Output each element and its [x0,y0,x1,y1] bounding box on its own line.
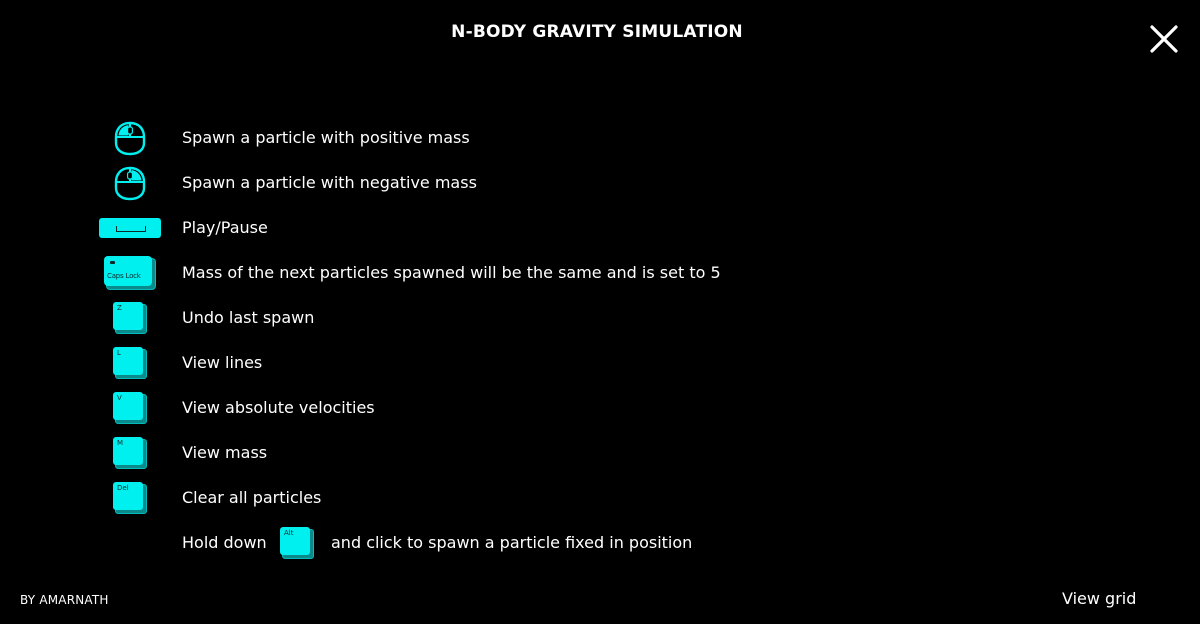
control-row-negative-mass: Spawn a particle with negative mass [0,165,900,201]
key-label: M [113,437,143,465]
control-row-clear: Del Clear all particles [0,480,900,516]
mouse-right-click-icon [98,165,162,201]
alt-key-icon: Alt [280,525,314,559]
spacebar-key-icon [98,210,162,246]
control-row-play-pause: Play/Pause [0,210,900,246]
del-key-icon: Del [98,480,162,516]
control-row-fixed-mass: Caps Lock Mass of the next particles spa… [0,255,900,291]
control-row-view-lines: L View lines [0,345,900,381]
instructions-screen: N-BODY GRAVITY SIMULATION Spawn a partic… [0,0,1200,624]
control-row-positive-mass: Spawn a particle with positive mass [0,120,900,156]
hold-description: and click to spawn a particle fixed in p… [331,533,693,552]
control-label: Undo last spawn [182,308,315,327]
m-key-icon: M [98,435,162,471]
v-key-icon: V [98,390,162,426]
z-key-icon: Z [98,300,162,336]
control-label: View absolute velocities [182,398,375,417]
close-icon[interactable] [1147,22,1181,56]
author-credit: BY AMARNATH [20,593,109,607]
control-label: Play/Pause [182,218,268,237]
control-row-undo: Z Undo last spawn [0,300,900,336]
caps-lock-key-icon: Caps Lock [98,255,162,291]
l-key-icon: L [98,345,162,381]
view-grid-button[interactable]: View grid [1062,589,1136,608]
key-label: Del [113,482,143,510]
control-label: View lines [182,353,263,372]
control-label: Mass of the next particles spawned will … [182,263,721,282]
mouse-left-click-icon [98,120,162,156]
page-title: N-BODY GRAVITY SIMULATION [451,22,743,42]
hold-label: Hold down [182,533,267,552]
control-label: View mass [182,443,268,462]
control-label: Clear all particles [182,488,322,507]
control-label: Spawn a particle with negative mass [182,173,477,192]
key-label: L [113,347,143,375]
key-label: Caps Lock [107,272,141,280]
control-label: Spawn a particle with positive mass [182,128,470,147]
key-label: Z [113,302,143,330]
control-row-fixed-position: Hold down Alt and click to spawn a parti… [0,525,900,561]
control-row-view-velocities: V View absolute velocities [0,390,900,426]
key-label: Alt [280,527,310,555]
control-row-view-mass: M View mass [0,435,900,471]
key-label: V [113,392,143,420]
